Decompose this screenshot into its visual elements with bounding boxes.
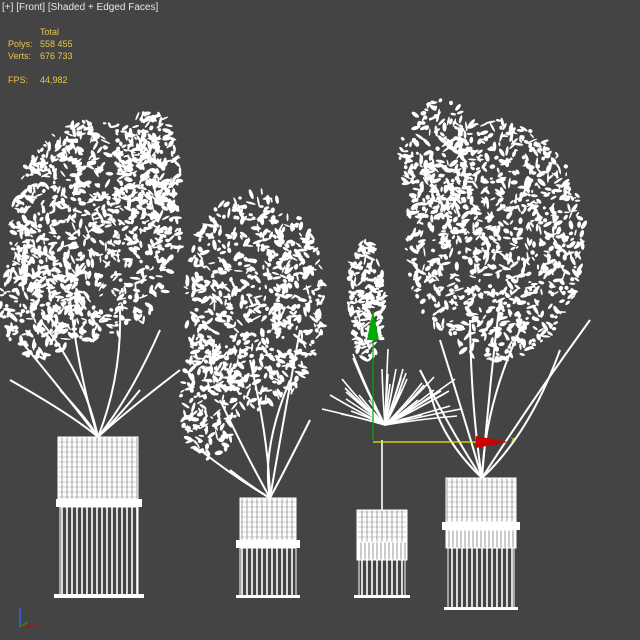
front-viewport[interactable]: [+] [Front] [Shaded + Edged Faces] Total… — [0, 0, 640, 640]
plant-4-branches — [419, 299, 591, 479]
plant-4[interactable] — [397, 98, 591, 610]
plant-2[interactable] — [178, 188, 327, 598]
plant-3-pot — [354, 509, 410, 598]
plant-2-foliage — [179, 188, 327, 461]
plant-1[interactable] — [0, 110, 185, 598]
plant-1-pot — [54, 436, 144, 598]
plant-3-foliage — [346, 238, 388, 362]
gizmo-x-label: x — [511, 435, 515, 444]
plant-1-foliage — [0, 111, 185, 361]
plant-2-pot — [236, 497, 300, 598]
world-axis-tripod — [19, 608, 38, 628]
plant-4-foliage — [397, 98, 588, 363]
plant-3-leaves — [321, 348, 462, 510]
scene-render: x — [0, 98, 591, 628]
plant-4-pot — [442, 477, 520, 610]
